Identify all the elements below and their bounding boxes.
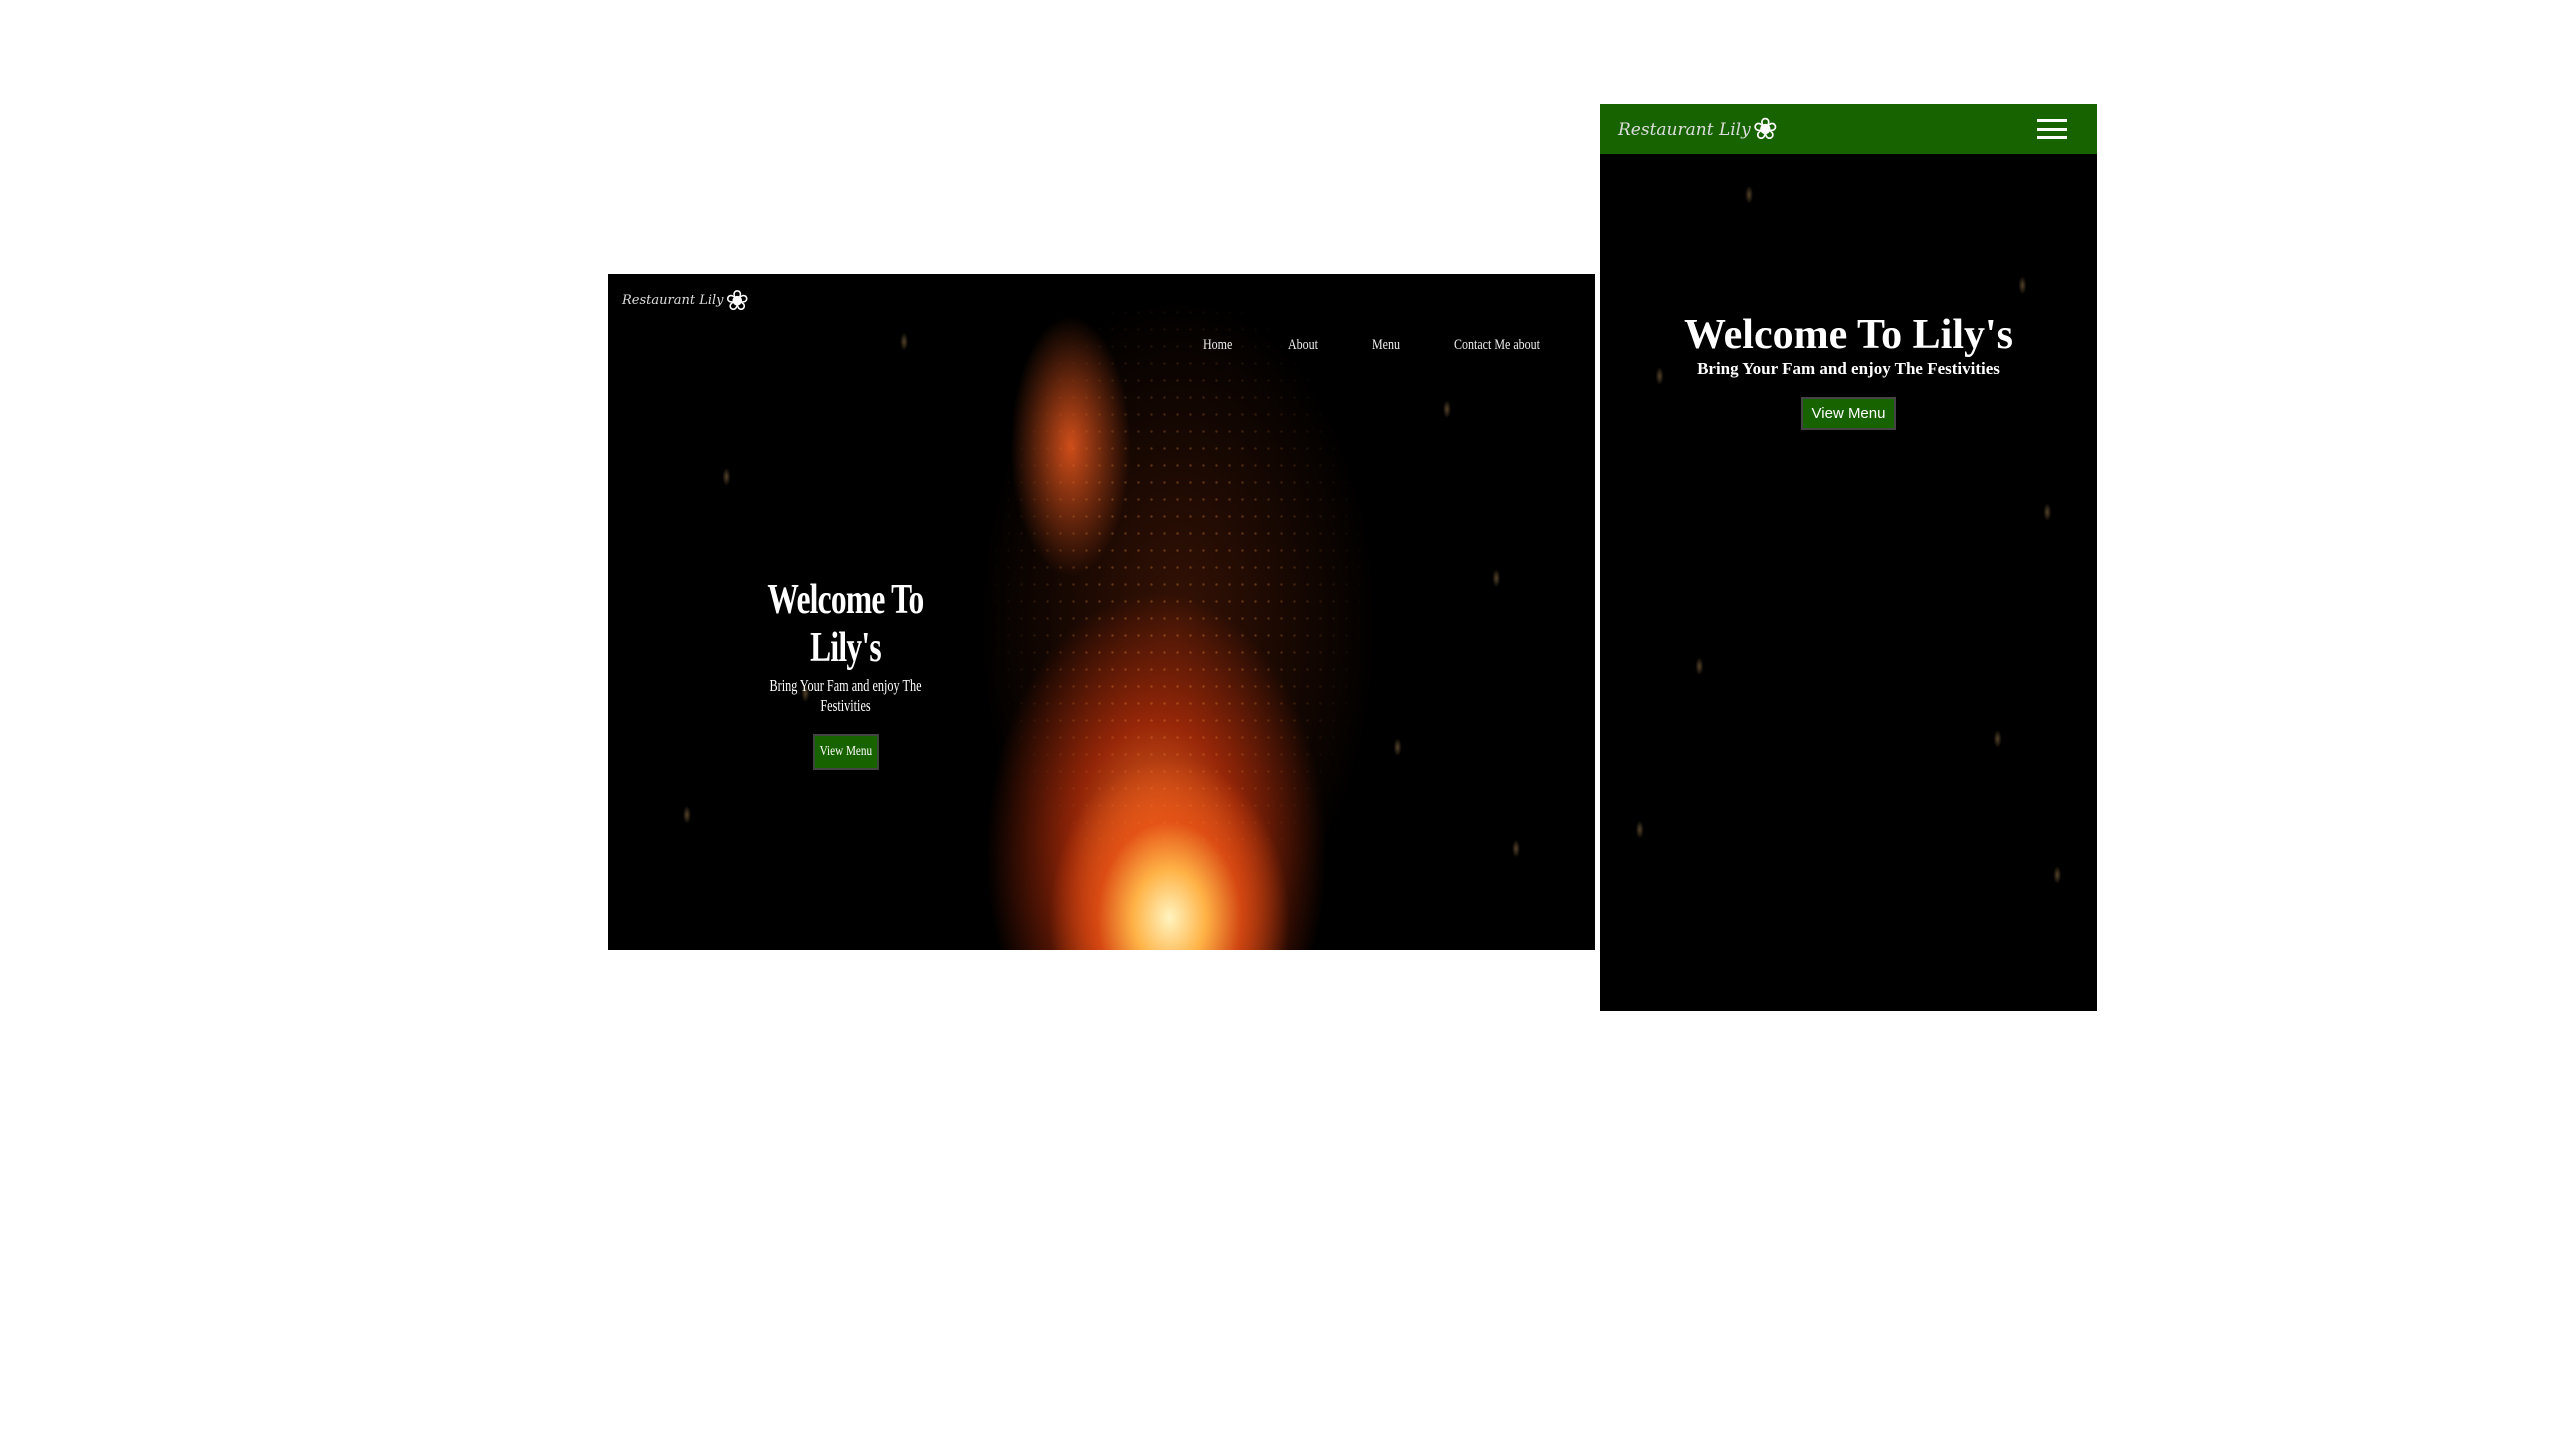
view-menu-button[interactable]: View Menu xyxy=(1800,397,1897,430)
mobile-header: Restaurant Lily ❀ xyxy=(1600,104,2097,154)
logo-text: Restaurant Lily xyxy=(1618,119,1751,140)
hero-title: Welcome To Lily's xyxy=(1683,312,2014,358)
nav-home[interactable]: Home xyxy=(1203,337,1232,354)
lotus-icon: ❀ xyxy=(1752,112,1778,147)
mobile-preview: Restaurant Lily ❀ Welcome To Lily's Brin… xyxy=(1600,104,2097,1011)
desktop-preview: Restaurant Lily ❀ Home About Menu Contac… xyxy=(608,274,1595,950)
hero: Welcome To Lily's Bring Your Fam and enj… xyxy=(1600,311,2097,430)
lotus-icon: ❀ xyxy=(725,284,749,317)
hero-subtitle: Bring Your Fam and enjoy The Festivities xyxy=(1697,359,2000,378)
hero-title: Welcome To Lily's xyxy=(767,577,924,671)
hero-subtitle: Bring Your Fam and enjoy The Festivities xyxy=(769,676,922,715)
nav-menu[interactable]: Menu xyxy=(1372,337,1400,354)
nav-about[interactable]: About xyxy=(1288,337,1318,354)
nav-contact[interactable]: Contact Me about xyxy=(1454,337,1540,354)
hamburger-icon[interactable] xyxy=(2037,119,2067,139)
view-menu-button[interactable]: View Menu xyxy=(812,734,879,770)
logo-text: Restaurant Lily xyxy=(622,293,724,308)
nav-bar: Home About Menu Contact Me about xyxy=(1203,336,1564,354)
logo[interactable]: Restaurant Lily ❀ xyxy=(1618,112,1778,147)
bokeh-background xyxy=(1600,104,2097,1011)
hero: Welcome To Lily's Bring Your Fam and enj… xyxy=(708,576,983,770)
logo[interactable]: Restaurant Lily ❀ xyxy=(622,284,749,317)
